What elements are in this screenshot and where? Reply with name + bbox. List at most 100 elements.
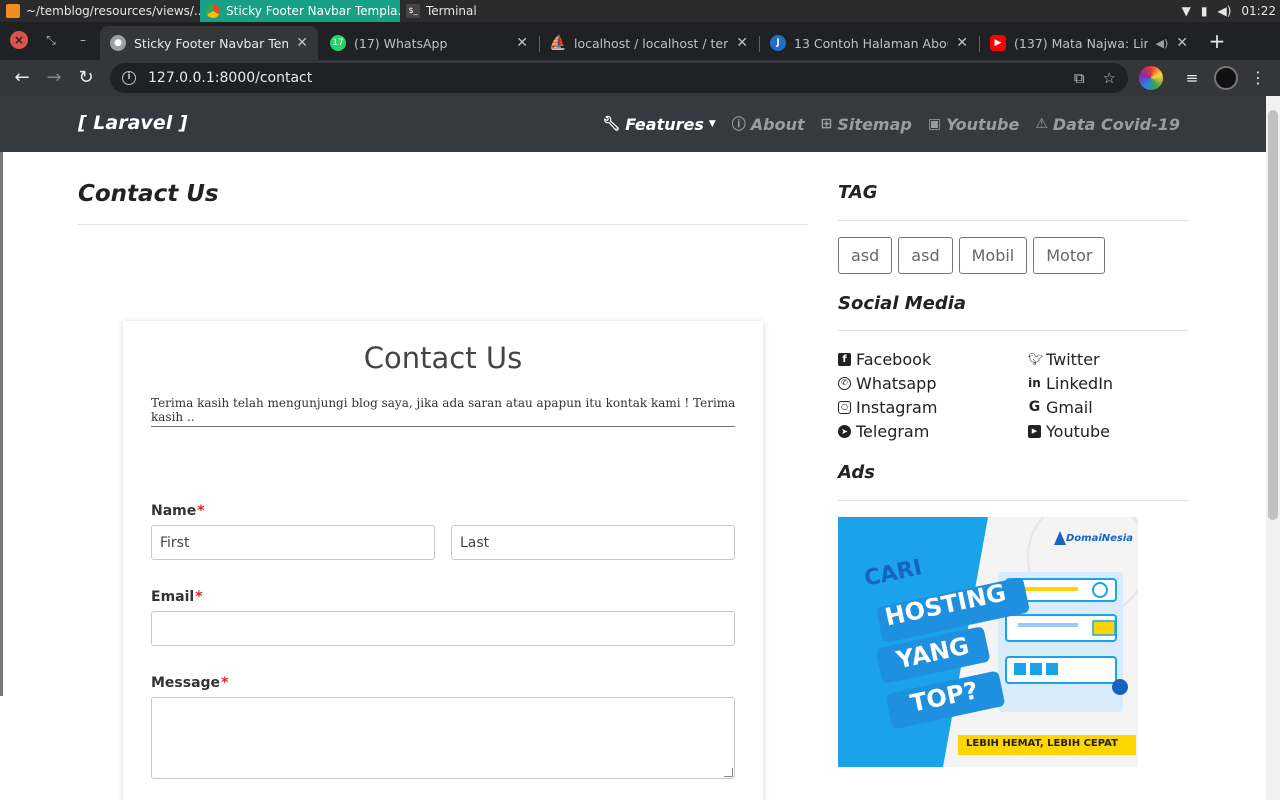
os-task-browser[interactable]: Sticky Footer Navbar Templa...	[200, 0, 400, 22]
tab-title: Sticky Footer Navbar Templ...	[134, 35, 289, 51]
social-link-linkedin[interactable]: in LinkedIn	[1028, 373, 1188, 394]
reload-icon[interactable]: ↻	[74, 66, 98, 90]
tab-contoh-about[interactable]: J 13 Contoh Halaman About y... ✕	[760, 26, 978, 60]
social-label: Facebook	[856, 350, 932, 369]
nav-sitemap[interactable]: ⊞ Sitemap	[821, 114, 912, 134]
youtube-icon: ▣	[927, 116, 942, 132]
required-mark: *	[221, 675, 229, 691]
browser-tabstrip: × ⤡ – ● Sticky Footer Navbar Templ... ✕ …	[0, 22, 1280, 60]
social-link-telegram[interactable]: ➤ Telegram	[838, 421, 1028, 442]
clock[interactable]: 01:22	[1241, 4, 1276, 18]
nav-label: About	[750, 114, 805, 134]
social-link-whatsapp[interactable]: ✆ Whatsapp	[838, 373, 1028, 394]
bookmark-star-icon[interactable]: ☆	[1103, 69, 1116, 87]
required-mark: *	[195, 589, 203, 605]
first-name-placeholder: First	[160, 534, 190, 551]
message-textarea[interactable]	[151, 697, 735, 779]
tab-close-icon[interactable]: ✕	[956, 35, 968, 51]
nav-label: Sitemap	[837, 114, 912, 134]
site-j-icon: J	[770, 35, 786, 51]
social-links: f Facebook 🐦︎ Twitter ✆ Whatsapp in Link…	[838, 349, 1188, 442]
tab-close-icon[interactable]: ✕	[736, 35, 748, 51]
divider	[838, 220, 1188, 221]
social-link-twitter[interactable]: 🐦︎ Twitter	[1028, 349, 1188, 370]
nav-about[interactable]: ⓘ About	[732, 114, 805, 134]
google-icon: G	[1028, 399, 1041, 415]
contact-form-card: Contact Us Terima kasih telah mengunjung…	[123, 321, 763, 800]
whatsapp-icon: ✆	[838, 377, 851, 390]
wrench-icon: 🔧︎	[602, 116, 621, 132]
tag-button[interactable]: Mobil	[958, 237, 1028, 274]
window-close-icon[interactable]: ×	[10, 31, 28, 49]
nav-youtube[interactable]: ▣ Youtube	[928, 114, 1019, 134]
ad-banner[interactable]: DomaiNesia CARI HOSTING YANG TOP? LEBIH …	[838, 517, 1138, 767]
profile-avatar[interactable]	[1214, 66, 1238, 90]
os-task-editor[interactable]: ~/temblog/resources/views/...	[0, 0, 200, 22]
tag-button[interactable]: asd	[838, 237, 893, 274]
nav-features[interactable]: 🔧︎ Features ▼	[602, 114, 715, 134]
page-scrollbar[interactable]	[1266, 96, 1280, 800]
menu-kebab-icon[interactable]: ⋮	[1246, 66, 1270, 90]
forward-icon[interactable]: →	[42, 66, 66, 90]
last-name-input[interactable]: Last	[451, 525, 735, 560]
site-info-icon[interactable]: i	[122, 71, 136, 85]
volume-icon[interactable]: ◀)	[1217, 4, 1231, 18]
tab-title: (17) WhatsApp	[354, 35, 448, 51]
page-title: Contact Us	[78, 181, 219, 207]
tab-close-icon[interactable]: ✕	[296, 35, 308, 51]
tab-close-icon[interactable]: ✕	[1176, 35, 1188, 51]
scrollbar-thumb[interactable]	[1268, 110, 1278, 520]
audio-playing-icon[interactable]: ◀)	[1156, 37, 1169, 50]
first-name-input[interactable]: First	[151, 525, 435, 560]
os-task-label: ~/temblog/resources/views/...	[26, 4, 200, 18]
back-icon[interactable]: ←	[10, 66, 34, 90]
phpmyadmin-icon: ⛵	[549, 35, 567, 51]
resize-grip-icon[interactable]	[724, 768, 733, 777]
nav-data-covid[interactable]: ⚠ Data Covid-19	[1035, 114, 1180, 134]
nav-label: Data Covid-19	[1052, 114, 1180, 134]
twitter-icon: 🐦︎	[1028, 352, 1044, 366]
wifi-icon[interactable]: ▼	[1182, 4, 1191, 18]
info-icon: ⓘ	[731, 117, 746, 133]
tag-list: asd asd Mobil Motor	[838, 237, 1106, 274]
new-tab-button[interactable]: +	[1206, 30, 1228, 52]
social-link-gmail[interactable]: G Gmail	[1028, 397, 1188, 418]
social-link-facebook[interactable]: f Facebook	[838, 349, 1028, 370]
tag-button[interactable]: Motor	[1033, 237, 1106, 274]
telegram-icon: ➤	[838, 425, 851, 438]
address-bar[interactable]: i 127.0.0.1:8000/contact ⧉ ☆	[110, 63, 1128, 93]
tab-youtube[interactable]: ▶ (137) Mata Najwa: Lirik... ◀) ✕	[980, 26, 1198, 60]
tab-whatsapp[interactable]: 17 (17) WhatsApp ✕	[320, 26, 538, 60]
divider	[78, 224, 808, 225]
social-label: Instagram	[856, 398, 938, 417]
nav-label: Features	[625, 114, 704, 134]
color-picker-extension-icon[interactable]	[1139, 66, 1163, 90]
os-task-terminal[interactable]: $_ Terminal	[400, 0, 520, 22]
tag-button[interactable]: asd	[898, 237, 953, 274]
os-taskbar: ~/temblog/resources/views/... Sticky Foo…	[0, 0, 1280, 22]
name-label: Name*	[151, 503, 205, 519]
social-label: Youtube	[1046, 422, 1110, 441]
tab-close-icon[interactable]: ✕	[516, 35, 528, 51]
site-nav-links: 🔧︎ Features ▼ ⓘ About ⊞ Sitemap ▣ Youtub…	[602, 114, 1180, 134]
site-navbar: [ Laravel ] 🔧︎ Features ▼ ⓘ About ⊞ Site…	[0, 96, 1266, 152]
social-label: Gmail	[1046, 398, 1093, 417]
ad-artwork	[838, 517, 1138, 767]
tag-heading: TAG	[838, 182, 878, 203]
social-link-youtube[interactable]: ▶ Youtube	[1028, 421, 1188, 442]
battery-icon[interactable]: ▮	[1201, 4, 1208, 18]
email-input[interactable]	[151, 611, 735, 646]
media-control-icon[interactable]: ≡	[1180, 66, 1204, 90]
email-label-text: Email	[151, 589, 195, 605]
contact-description: Terima kasih telah mengunjungi blog saya…	[151, 396, 736, 424]
window-restore-icon[interactable]: ⤡	[42, 31, 60, 49]
social-label: Telegram	[856, 422, 930, 441]
window-minimize-icon[interactable]: –	[74, 31, 92, 49]
contact-card-title: Contact Us	[363, 341, 523, 375]
site-brand[interactable]: [ Laravel ]	[78, 112, 188, 134]
os-tray: ▼ ▮ ◀) 01:22	[1182, 0, 1276, 22]
tab-phpmyadmin[interactable]: ⛵ localhost / localhost / tembl... ✕	[540, 26, 758, 60]
translate-icon[interactable]: ⧉	[1074, 69, 1085, 87]
social-link-instagram[interactable]: ○ Instagram	[838, 397, 1028, 418]
tab-sticky-footer[interactable]: ● Sticky Footer Navbar Templ... ✕	[100, 26, 318, 60]
